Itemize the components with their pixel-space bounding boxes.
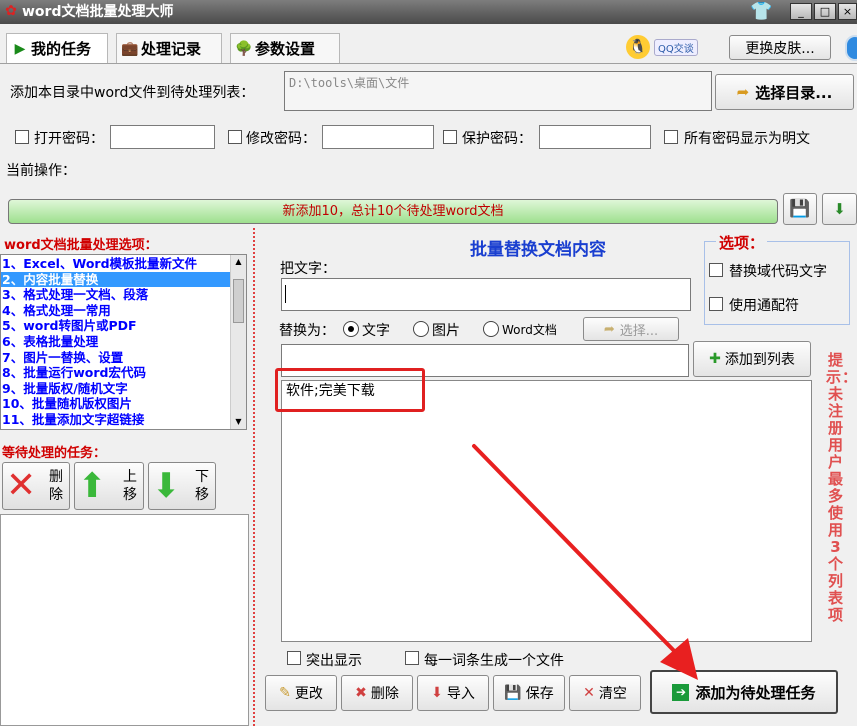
download-icon: ⬇ xyxy=(833,200,846,218)
save-log-button[interactable]: 💾 xyxy=(783,193,817,225)
option-item[interactable]: 2、内容批量替换 xyxy=(1,271,246,288)
current-operation-label: 当前操作： xyxy=(6,163,76,179)
radio-text-label: 文字 xyxy=(362,323,390,339)
pencil-icon: ✎ xyxy=(279,685,291,701)
briefcase-icon: 💼 xyxy=(121,40,139,57)
wildcard-label: 使用通配符 xyxy=(729,298,799,314)
tab-records[interactable]: 💼 处理记录 xyxy=(116,33,222,63)
maximize-button[interactable]: □ xyxy=(814,3,836,20)
folder-arrow-icon: ➦ xyxy=(736,83,750,101)
options-items: 1、Excel、Word模板批量新文件 2、内容批量替换 3、格式处理一文档、段落 4… xyxy=(1,255,246,428)
scroll-up-arrow[interactable]: ▲ xyxy=(231,255,246,269)
radio-word-label: Word文档 xyxy=(502,323,557,337)
info-icon[interactable] xyxy=(845,35,857,61)
progress-bar: 新添加10，总计10个待处理word文档 xyxy=(8,199,778,224)
option-item[interactable]: 10、批量随机版权图片 xyxy=(1,396,246,412)
close-button[interactable]: × xyxy=(838,3,857,20)
options-scrollbar[interactable]: ▲ ▼ xyxy=(230,255,246,429)
up-arrow-icon: ⬆ xyxy=(78,466,107,506)
highlight-checkbox[interactable] xyxy=(287,651,301,665)
move-up-button[interactable]: ⬆ 上移 xyxy=(74,462,144,510)
red-x-icon: ✕ xyxy=(6,465,37,506)
app-icon: ✿ xyxy=(5,3,17,19)
delete-entry-button[interactable]: ✖ 删除 xyxy=(341,675,413,711)
select-dir-button[interactable]: ➦ 选择目录... xyxy=(715,74,854,110)
minimize-button[interactable]: _ xyxy=(790,3,812,20)
replace-field-label: 替换域代码文字 xyxy=(729,264,827,280)
wildcard-checkbox[interactable] xyxy=(709,297,723,311)
open-password-input[interactable] xyxy=(110,125,215,149)
dir-path-field[interactable]: D:\tools\桌面\文件 xyxy=(284,71,712,111)
option-box-title: 选项： xyxy=(716,232,768,253)
tab-settings[interactable]: 🌳 参数设置 xyxy=(230,33,340,63)
delete-doc-icon: ✖ xyxy=(355,685,367,701)
folder-arrow-icon: ➦ xyxy=(603,321,615,337)
skin-shirt-icon[interactable]: 👕 xyxy=(750,1,772,23)
option-item[interactable]: 8、批量运行word宏代码 xyxy=(1,365,246,381)
show-plain-checkbox[interactable] xyxy=(664,130,678,144)
edit-button[interactable]: ✎ 更改 xyxy=(265,675,337,711)
option-item[interactable]: 1、Excel、Word模板批量新文件 xyxy=(1,256,246,272)
scroll-down-arrow[interactable]: ▼ xyxy=(231,415,246,429)
delete-task-button[interactable]: ✕ 删除 xyxy=(2,462,70,510)
open-password-checkbox[interactable] xyxy=(15,130,29,144)
panel-divider xyxy=(253,228,255,726)
per-file-checkbox[interactable] xyxy=(405,651,419,665)
plus-icon: ✚ xyxy=(709,351,721,367)
protect-password-label: 保护密码： xyxy=(462,131,532,147)
replace-field-checkbox[interactable] xyxy=(709,263,723,277)
app-window: ✿ word文档批量处理大师 👕 _ □ × ▶ 我的任务 💼 处理记录 🌳 参数设置… xyxy=(0,0,857,726)
move-down-button[interactable]: ⬇ 下移 xyxy=(148,462,216,510)
annotation-arrow xyxy=(472,444,698,680)
window-title: word文档批量处理大师 xyxy=(22,4,174,20)
highlight-annotation-box xyxy=(275,368,425,412)
tab-divider xyxy=(0,63,857,64)
protect-password-checkbox[interactable] xyxy=(443,130,457,144)
find-text-input[interactable] xyxy=(281,278,691,311)
import-arrow-icon: ⬇ xyxy=(431,685,443,701)
add-dir-label: 添加本目录中word文件到待处理列表： xyxy=(10,85,255,101)
qq-penguin-icon: 🐧 xyxy=(626,35,650,59)
tree-icon: 🌳 xyxy=(235,40,253,57)
select-file-button[interactable]: ➦ 选择... xyxy=(583,317,679,341)
radio-text[interactable] xyxy=(343,321,359,337)
download-button[interactable]: ⬇ xyxy=(822,193,857,225)
option-item[interactable]: 6、表格批量处理 xyxy=(1,334,246,350)
scroll-thumb[interactable] xyxy=(233,279,244,323)
radio-dot xyxy=(348,326,354,332)
option-item[interactable]: 7、图片一替换、设置 xyxy=(1,350,246,366)
tab-my-tasks[interactable]: ▶ 我的任务 xyxy=(6,33,108,63)
options-title: word文档批量处理选项： xyxy=(4,238,158,253)
option-item[interactable]: 9、批量版权/随机文字 xyxy=(1,381,246,397)
change-skin-button[interactable]: 更换皮肤... xyxy=(729,35,831,60)
find-label: 把文字： xyxy=(280,261,336,277)
radio-word[interactable] xyxy=(483,321,499,337)
down-arrow-icon: ⬇ xyxy=(152,466,181,506)
hint-text: 提示：未注册用户最多使用3个列表项 xyxy=(826,351,857,624)
add-to-list-button[interactable]: ✚ 添加到列表 xyxy=(693,341,811,377)
modify-password-checkbox[interactable] xyxy=(228,130,242,144)
radio-image[interactable] xyxy=(413,321,429,337)
pending-title: 等待处理的任务： xyxy=(2,446,107,461)
highlight-label: 突出显示 xyxy=(306,653,362,669)
pending-task-list[interactable] xyxy=(0,514,249,726)
play-icon: ▶ xyxy=(14,40,26,57)
text-cursor xyxy=(285,285,286,303)
radio-image-label: 图片 xyxy=(432,323,460,339)
modify-password-label: 修改密码： xyxy=(246,131,316,147)
replace-with-label: 替换为： xyxy=(279,323,335,339)
options-list[interactable]: 1、Excel、Word模板批量新文件 2、内容批量替换 3、格式处理一文档、段落 4… xyxy=(0,254,247,430)
option-item[interactable]: 3、格式处理一文档、段落 xyxy=(1,287,246,303)
option-item[interactable]: 11、批量添加文字超链接 xyxy=(1,412,246,428)
floppy-icon: 💾 xyxy=(789,199,811,219)
replace-heading: 批量替换文档内容 xyxy=(470,240,606,260)
qq-chat-button[interactable]: 🐧 QQ交谈 xyxy=(626,34,710,60)
open-password-label: 打开密码： xyxy=(34,131,104,147)
modify-password-input[interactable] xyxy=(322,125,434,149)
option-item[interactable]: 5、word转图片或PDF xyxy=(1,318,246,334)
protect-password-input[interactable] xyxy=(539,125,651,149)
option-item[interactable]: 4、格式处理一常用 xyxy=(1,303,246,319)
show-plain-label: 所有密码显示为明文 xyxy=(684,131,810,147)
